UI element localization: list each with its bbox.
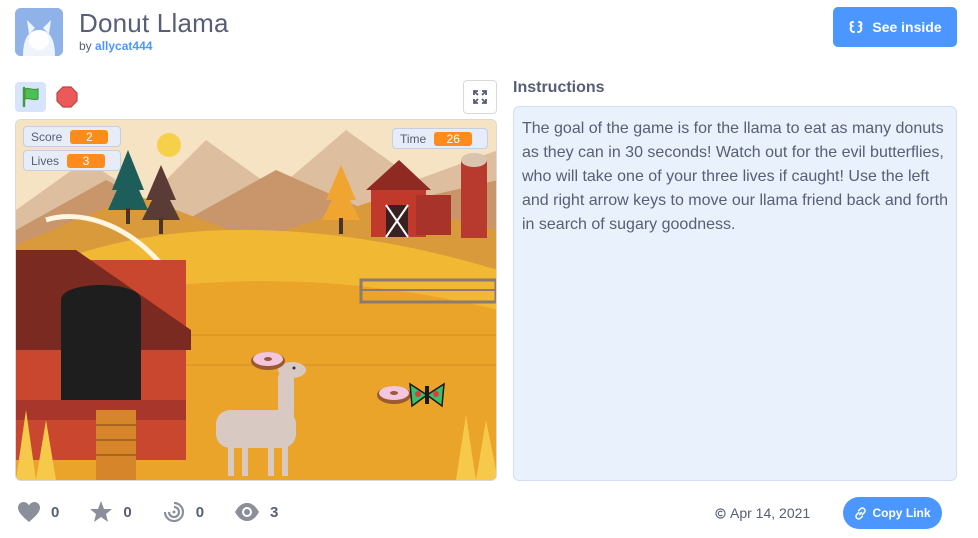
byline-prefix: by xyxy=(79,39,92,53)
remix-count: 0 xyxy=(195,503,205,521)
project-stats: 0 0 0 3 xyxy=(17,500,308,524)
instructions-heading: Instructions xyxy=(513,79,605,96)
author-link[interactable]: allycat444 xyxy=(95,39,152,53)
see-inside-icon xyxy=(849,21,863,33)
stage-scene xyxy=(16,120,496,480)
time-monitor[interactable]: Time 26 xyxy=(392,128,488,149)
eye-icon xyxy=(235,503,260,521)
copyright-icon xyxy=(715,507,726,519)
instructions-text: The goal of the game is for the llama to… xyxy=(513,106,957,481)
project-title: Donut Llama xyxy=(79,8,229,38)
stop-icon xyxy=(56,86,78,108)
share-date-text: Apr 14, 2021 xyxy=(730,505,811,521)
score-label: Score xyxy=(31,129,63,144)
green-flag-button[interactable] xyxy=(15,82,46,112)
fullscreen-button[interactable] xyxy=(463,80,497,114)
lives-label: Lives xyxy=(31,153,60,168)
stage[interactable]: Score 2 Lives 3 Time 26 xyxy=(15,119,497,481)
project-byline: by allycat444 xyxy=(79,39,152,53)
star-icon xyxy=(90,501,113,522)
lives-value: 3 xyxy=(67,153,106,168)
share-date: Apr 14, 2021 xyxy=(715,505,810,521)
favorite-stat[interactable]: 0 xyxy=(89,500,132,524)
green-flag-icon xyxy=(22,86,39,108)
score-monitor[interactable]: Score 2 xyxy=(23,126,121,147)
copy-link-button[interactable]: Copy Link xyxy=(843,497,942,529)
stage-controls xyxy=(15,82,82,112)
view-stat: 3 xyxy=(234,502,278,522)
love-stat[interactable]: 0 xyxy=(17,501,59,523)
remix-stat[interactable]: 0 xyxy=(162,500,204,524)
copy-link-label: Copy Link xyxy=(872,506,931,520)
donut-sprite xyxy=(251,352,285,370)
heart-icon xyxy=(18,502,40,522)
stop-button[interactable] xyxy=(52,82,82,112)
love-count: 0 xyxy=(51,503,60,521)
time-value: 26 xyxy=(434,131,473,146)
link-icon xyxy=(855,506,867,520)
time-label: Time xyxy=(400,131,427,146)
score-value: 2 xyxy=(70,129,109,144)
view-count: 3 xyxy=(270,503,279,521)
butterfly-sprite xyxy=(409,382,445,408)
see-inside-button[interactable]: See inside xyxy=(833,7,957,47)
remix-icon xyxy=(163,501,184,523)
lives-monitor[interactable]: Lives 3 xyxy=(23,150,121,171)
fullscreen-icon xyxy=(473,90,487,104)
project-page: Donut Llama by allycat444 See inside Sco… xyxy=(0,0,978,538)
see-inside-label: See inside xyxy=(872,19,942,35)
favorite-count: 0 xyxy=(123,503,132,521)
project-thumbnail[interactable] xyxy=(15,8,63,56)
donut-sprite xyxy=(377,386,411,404)
